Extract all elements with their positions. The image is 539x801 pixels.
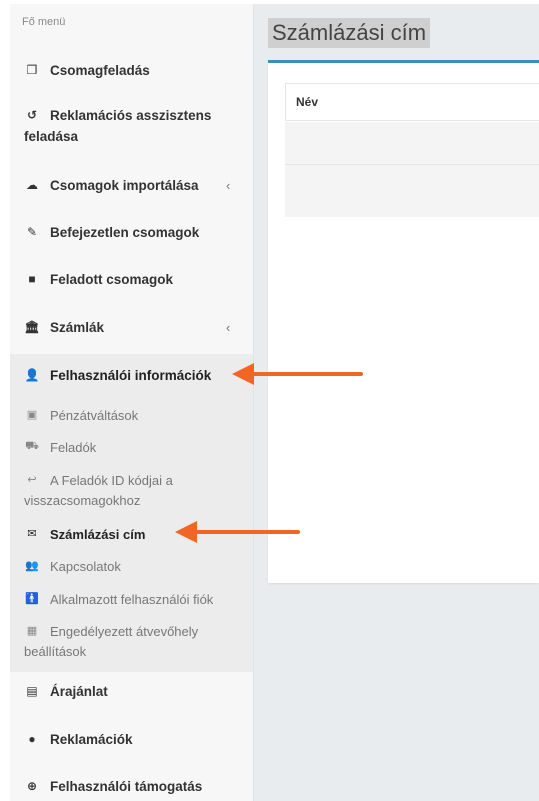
submenu-felhasznaloi-informaciok: 👤 Felhasználói információk ▣ Pénzátváltá…	[10, 354, 253, 672]
sidebar-item-reklamacios-asszisztens[interactable]: ↺ Reklamációs asszisztens feladása	[10, 108, 253, 148]
sidebar-item-felhasznaloi-informaciok[interactable]: 👤 Felhasználói információk	[10, 368, 253, 388]
person-icon: 🚹	[25, 593, 39, 605]
submenu-item-label-line2: beállítások	[24, 644, 87, 659]
chevron-left-icon: ‹	[226, 178, 231, 193]
submenu-item-kapcsolatok[interactable]: 👥 Kapcsolatok	[10, 559, 253, 577]
submenu-item-label: Számlázási cím	[50, 527, 146, 542]
sidebar-item-label: Felhasználói információk	[50, 368, 212, 383]
life-ring-icon: ⊕	[26, 779, 38, 793]
edit-icon: ✎	[26, 225, 38, 239]
annotation-arrow-shaft	[190, 530, 300, 534]
submenu-item-label: Kapcsolatok	[50, 559, 121, 574]
submenu-item-label-line2: visszacsomagokhoz	[24, 493, 141, 508]
user-icon: 👤	[24, 368, 40, 382]
cube-icon: ❒	[26, 63, 38, 77]
chevron-left-icon: ‹	[226, 320, 231, 335]
submenu-item-feladok[interactable]: ⛟ Feladók	[10, 440, 253, 458]
submenu-item-penzatvaltasok[interactable]: ▣ Pénzátváltások	[10, 408, 253, 426]
sidebar-item-reklamaciok[interactable]: ● Reklamációk	[10, 732, 253, 752]
sidebar-item-csomagok-importalasa[interactable]: ☁ Csomagok importálása ‹	[10, 178, 253, 198]
annotation-arrow-head	[175, 521, 197, 543]
submenu-item-label: A Feladók ID kódjai a	[50, 473, 173, 488]
cloud-upload-icon: ☁	[26, 178, 38, 192]
bank-icon: 🏛	[24, 320, 40, 334]
exclamation-circle-icon: ●	[28, 732, 36, 746]
sidebar-item-label: Reklamációs asszisztens	[50, 108, 212, 123]
submenu-item-label: Pénzátváltások	[50, 408, 139, 423]
archive-icon: ■	[28, 272, 36, 286]
table-header: Név	[285, 83, 539, 121]
page-title: Számlázási cím	[268, 18, 431, 48]
table-row	[285, 165, 539, 217]
sidebar-item-feladott-csomagok[interactable]: ■ Feladott csomagok	[10, 272, 253, 292]
sidebar-item-csomagfeladas[interactable]: ❒ Csomagfeladás	[10, 63, 253, 83]
envelope-icon: ✉	[27, 528, 37, 540]
column-header-nev: Név	[296, 95, 319, 109]
sidebar-item-label: Felhasználói támogatás	[50, 779, 203, 794]
sidebar-item-label: Befejezetlen csomagok	[50, 225, 200, 240]
submenu-item-engedelyezett-atvevohely[interactable]: ▦ Engedélyezett átvevőhely beállítások	[10, 624, 253, 662]
money-icon: ▣	[26, 409, 38, 421]
submenu-item-feladok-id-kodjai[interactable]: ↩ A Feladók ID kódjai a visszacsomagokho…	[10, 473, 253, 511]
content-panel: Név	[268, 60, 539, 583]
submenu-item-label: Feladók	[50, 440, 97, 455]
grid-icon: ▦	[26, 625, 38, 637]
sidebar-item-label: Árajánlat	[50, 684, 108, 699]
menu-header: Fő menü	[22, 16, 66, 28]
sidebar-item-szamlak[interactable]: 🏛 Számlák ‹	[10, 320, 253, 340]
sidebar: Fő menü ❒ Csomagfeladás ↺ Reklamációs as…	[10, 4, 254, 801]
users-icon: 👥	[25, 560, 39, 572]
annotation-arrow-head	[232, 363, 254, 385]
sidebar-item-arajanlat[interactable]: ▤ Árajánlat	[10, 684, 253, 704]
sidebar-item-label: Csomagok importálása	[50, 178, 199, 193]
reply-icon: ↩	[27, 474, 37, 486]
undo-icon: ↺	[26, 108, 38, 122]
sidebar-item-felhasznaloi-tamogatas[interactable]: ⊕ Felhasználói támogatás	[10, 779, 253, 799]
sidebar-item-label-line2: feladása	[24, 129, 79, 144]
cart-icon: ⛟	[25, 440, 39, 452]
sidebar-item-label: Reklamációk	[50, 732, 133, 747]
sidebar-item-label: Csomagfeladás	[50, 63, 150, 78]
annotation-arrow-shaft	[248, 372, 363, 376]
submenu-item-alkalmazott-fiok[interactable]: 🚹 Alkalmazott felhasználói fiók	[10, 592, 253, 610]
table-row	[285, 122, 539, 165]
sidebar-item-label: Számlák	[50, 320, 105, 335]
sidebar-item-befejezetlen-csomagok[interactable]: ✎ Befejezetlen csomagok	[10, 225, 253, 245]
sidebar-item-label: Feladott csomagok	[50, 272, 174, 287]
submenu-item-label: Alkalmazott felhasználói fiók	[50, 592, 214, 607]
submenu-item-label: Engedélyezett átvevőhely	[50, 624, 199, 639]
list-card-icon: ▤	[26, 684, 38, 698]
